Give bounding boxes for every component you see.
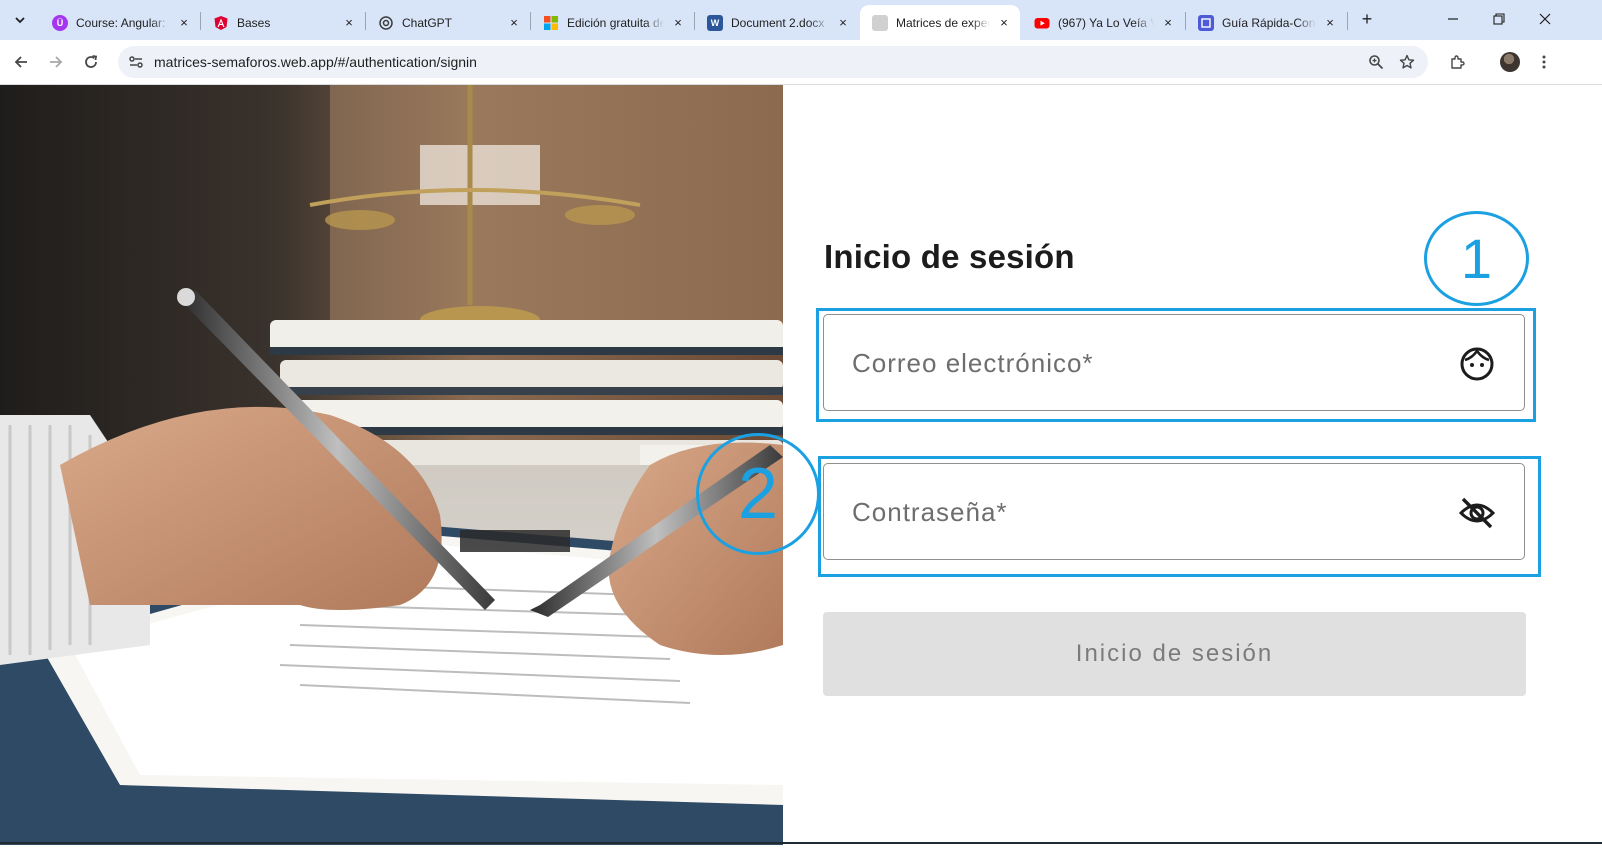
back-button[interactable]	[7, 48, 35, 76]
close-tab-icon[interactable]: ×	[506, 15, 522, 31]
reload-icon	[85, 55, 98, 68]
zoom-button[interactable]	[1367, 53, 1385, 71]
tab-title: (967) Ya Lo Veía V	[1058, 15, 1154, 30]
profile-avatar[interactable]	[1500, 52, 1520, 72]
tab-matrices-active[interactable]: Matrices de expec ×	[860, 5, 1020, 40]
angular-icon	[213, 15, 229, 31]
browser-toolbar: matrices-semaforos.web.app/#/authenticat…	[0, 40, 1602, 85]
close-tab-icon[interactable]: ×	[176, 15, 192, 31]
restore-icon	[1493, 13, 1505, 25]
annotation-marker-2: 2	[696, 433, 820, 555]
tab-title: Guía Rápida-Cont	[1222, 15, 1316, 30]
tab-separator	[1347, 12, 1348, 30]
annotation-box-password	[818, 456, 1541, 577]
generic-page-icon	[872, 14, 888, 31]
reload-button[interactable]	[77, 48, 105, 76]
hero-image-hands-signing-document	[0, 85, 783, 845]
annotation-box-email	[816, 308, 1536, 422]
close-tab-icon[interactable]: ×	[1160, 15, 1176, 31]
login-title: Inicio de sesión	[824, 238, 1075, 275]
forward-button[interactable]	[42, 48, 70, 76]
tab-strip: Ü Course: Angular: D × Bases × ChatGPT ×…	[0, 0, 1602, 40]
tab-title: ChatGPT	[402, 15, 453, 30]
tab-search-button[interactable]	[7, 7, 33, 33]
signing-illustration	[0, 85, 783, 845]
puzzle-icon	[1451, 55, 1465, 69]
word-icon: W	[707, 14, 723, 31]
browser-menu-button[interactable]	[1530, 48, 1558, 76]
tab-title: Bases	[237, 15, 271, 30]
doc-icon	[1198, 14, 1214, 31]
bookmark-button[interactable]	[1398, 53, 1416, 71]
close-tab-icon[interactable]: ×	[670, 15, 686, 31]
close-tab-icon[interactable]: ×	[1322, 15, 1338, 31]
tab-course-angular[interactable]: Ü Course: Angular: D ×	[40, 5, 200, 40]
address-bar[interactable]: matrices-semaforos.web.app/#/authenticat…	[118, 46, 1428, 78]
minimize-icon	[1448, 18, 1458, 20]
tab-title: Edición gratuita de	[567, 15, 664, 30]
login-submit-button[interactable]: Inicio de sesión	[823, 612, 1526, 696]
tab-bases[interactable]: Bases ×	[201, 5, 365, 40]
url-text: matrices-semaforos.web.app/#/authenticat…	[154, 54, 477, 70]
star-icon	[1399, 54, 1415, 69]
annotation-marker-1: 1	[1424, 211, 1529, 306]
restore-button[interactable]	[1476, 0, 1522, 38]
chevron-down-icon	[15, 17, 25, 24]
microsoft-icon	[543, 15, 559, 31]
close-window-button[interactable]	[1522, 0, 1568, 38]
youtube-icon	[1034, 15, 1050, 31]
arrow-right-icon	[50, 56, 63, 68]
more-vert-icon	[1542, 55, 1546, 69]
udemy-icon: Ü	[52, 14, 68, 31]
tab-youtube[interactable]: (967) Ya Lo Veía V ×	[1022, 5, 1184, 40]
extensions-button[interactable]	[1443, 48, 1471, 76]
arrow-left-icon	[14, 56, 27, 68]
tab-edicion-gratuita[interactable]: Edición gratuita de ×	[531, 5, 694, 40]
close-tab-icon[interactable]: ×	[835, 15, 851, 31]
close-tab-icon[interactable]: ×	[341, 15, 357, 31]
close-icon	[1539, 13, 1551, 25]
chatgpt-icon	[378, 15, 394, 31]
zoom-icon	[1369, 55, 1384, 70]
taskbar-edge	[0, 842, 1602, 844]
tab-guia-rapida[interactable]: Guía Rápida-Cont ×	[1186, 5, 1346, 40]
minimize-button[interactable]	[1430, 0, 1476, 38]
tab-title: Document 2.docx	[731, 15, 825, 30]
tab-chatgpt[interactable]: ChatGPT ×	[366, 5, 530, 40]
tab-title: Matrices de expec	[896, 15, 990, 30]
tab-document-2[interactable]: W Document 2.docx ×	[695, 5, 859, 40]
new-tab-button[interactable]: +	[1356, 8, 1378, 30]
close-tab-icon[interactable]: ×	[996, 15, 1012, 31]
site-info-icon[interactable]	[128, 54, 144, 70]
tab-title: Course: Angular: D	[76, 15, 170, 30]
